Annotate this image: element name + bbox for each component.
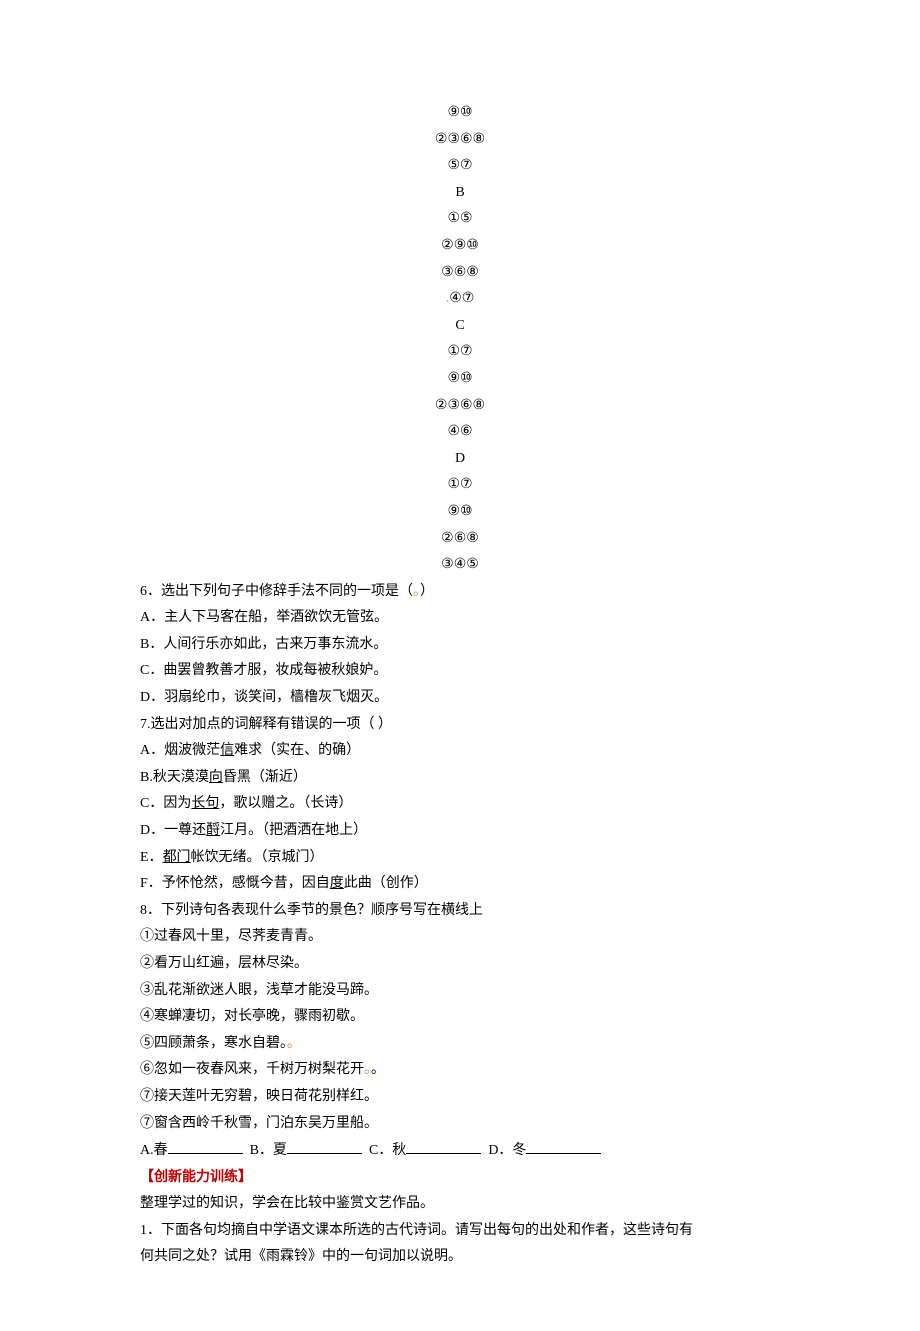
center-option-block: ⑨⑩ ②③⑥⑧ ⑤⑦ B ①⑤ ②⑨⑩ ③⑥⑧ .④⑦ C ①⑦ ⑨⑩ ②③⑥⑧… — [140, 100, 780, 579]
center-line: ②⑨⑩ — [140, 233, 780, 260]
center-line: ②⑥⑧ — [140, 526, 780, 553]
fill-label-d: D．冬 — [488, 1143, 526, 1158]
center-line: ③⑥⑧ — [140, 260, 780, 287]
center-line: D — [140, 446, 780, 473]
center-line-text: ④⑦ — [449, 291, 474, 306]
question-6-option-b: B．人间行乐亦如此，古来万事东流水。 — [140, 632, 780, 659]
center-line: ③④⑤ — [140, 552, 780, 579]
center-line: ⑨⑩ — [140, 499, 780, 526]
center-line: ②③⑥⑧ — [140, 127, 780, 154]
dot-icon: 。 — [287, 1036, 301, 1051]
center-line: ④⑥ — [140, 419, 780, 446]
q6-stem-a: 6．选出下列句子中修辞手法不同的一项是（ — [140, 584, 413, 599]
question-6-option-d: D．羽扇纶巾，谈笑间，樯橹灰飞烟灭。 — [140, 685, 780, 712]
question-8-line-4: ④寒蝉凄切，对长亭晚，骤雨初歇。 — [140, 1004, 780, 1031]
question-6-option-c: C．曲罢曾教善才服，妆成每被秋娘妒。 — [140, 658, 780, 685]
fill-blank-a[interactable] — [168, 1137, 243, 1154]
underlined-word: 酹 — [206, 823, 220, 838]
question-8-line-3: ③乱花渐欲迷人眼，浅草才能没马蹄。 — [140, 978, 780, 1005]
fill-blank-c[interactable] — [406, 1137, 481, 1154]
center-line: ②③⑥⑧ — [140, 393, 780, 420]
question-8-stem: 8．下列诗句各表现什么季节的景色？顺序号写在横线上 — [140, 898, 780, 925]
center-line: ⑨⑩ — [140, 100, 780, 127]
question-7-option-e: E．都门帐饮无绪。（京城门） — [140, 845, 780, 872]
question-7-option-b: B.秋天漠漠向昏黑（渐近） — [140, 765, 780, 792]
question-8-line-8: ⑦窗含西岭千秋雪，门泊东吴万里船。 — [140, 1111, 780, 1138]
question-7-option-d: D．一尊还酹江月。（把酒洒在地上） — [140, 818, 780, 845]
underlined-word: 度 — [330, 876, 344, 891]
center-line: ①⑦ — [140, 339, 780, 366]
question-8-fill-row: A.春 B．夏 C．秋 D．冬 — [140, 1137, 780, 1164]
dot-icon: 。 — [364, 1062, 371, 1077]
center-line: ①⑦ — [140, 472, 780, 499]
question-8-line-1: ①过春风十里，尽荠麦青青。 — [140, 924, 780, 951]
center-line: ⑨⑩ — [140, 366, 780, 393]
q6-stem-b: ） — [420, 584, 434, 599]
question-7-stem: 7.选出对加点的词解释有错误的一项（ ） — [140, 712, 780, 739]
section-q1-line2: 何共同之处？试用《雨霖铃》中的一句词加以说明。 — [140, 1244, 780, 1271]
center-line: C — [140, 313, 780, 340]
question-8-line-6: ⑥忽如一夜春风来，千树万树梨花开。。 — [140, 1057, 780, 1084]
question-8-line-5: ⑤四顾萧条，寒水自碧。。 — [140, 1031, 780, 1058]
underlined-word: 都门 — [163, 850, 191, 865]
question-8-line-2: ②看万山红遍，层林尽染。 — [140, 951, 780, 978]
question-7-option-f: F．予怀怆然，感慨今昔，因自度此曲（创作） — [140, 871, 780, 898]
question-7-option-c: C．因为长句，歌以赠之。（长诗） — [140, 791, 780, 818]
underlined-word: 向 — [209, 770, 223, 785]
section-q1-line1: 1．下面各句均摘自中学语文课本所选的古代诗词。请写出每句的出处和作者，这些诗句有 — [140, 1218, 780, 1245]
center-line: ①⑤ — [140, 206, 780, 233]
fill-blank-b[interactable] — [287, 1137, 362, 1154]
section-intro: 整理学过的知识，学会在比较中鉴赏文艺作品。 — [140, 1191, 780, 1218]
fill-label-b: B．夏 — [250, 1143, 287, 1158]
center-line: .④⑦ — [140, 286, 780, 313]
fill-label-c: C．秋 — [369, 1143, 406, 1158]
fill-label-a: A.春 — [140, 1143, 168, 1158]
fill-blank-d[interactable] — [526, 1137, 601, 1154]
question-6-stem: 6．选出下列句子中修辞手法不同的一项是（。） — [140, 579, 780, 606]
underlined-word: 长句 — [191, 796, 219, 811]
dot-icon: 。 — [413, 584, 420, 599]
question-7-option-a: A．烟波微茫信难求（实在、的确） — [140, 738, 780, 765]
center-line: B — [140, 180, 780, 207]
question-6-option-a: A．主人下马客在船，举酒欲饮无管弦。 — [140, 605, 780, 632]
section-heading: 【创新能力训练】 — [140, 1165, 780, 1192]
underlined-word: 信 — [220, 743, 234, 758]
center-line: ⑤⑦ — [140, 153, 780, 180]
question-8-line-7: ⑦接天莲叶无穷碧，映日荷花别样红。 — [140, 1084, 780, 1111]
